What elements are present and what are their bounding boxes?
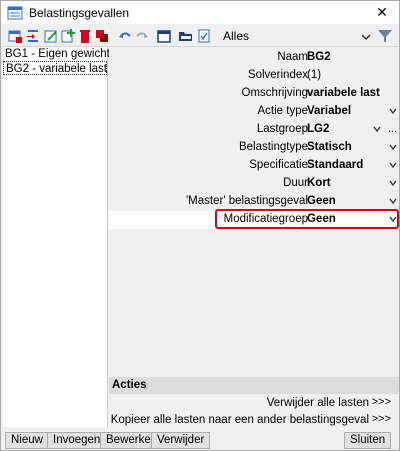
delete-icon[interactable] [77,28,93,44]
edit-icon[interactable] [43,28,59,44]
dialog-window: Belastingsgevallen ✕ Alles BG1 - Eigen g… [0,0,400,451]
action-label: Kopieer alle lasten naar een ander belas… [110,414,369,426]
close-icon: ✕ [376,4,388,20]
list-item[interactable]: BG1 - Eigen gewicht [3,47,110,61]
prop-value[interactable]: Standaard [307,159,363,171]
window-title: Belastingsgevallen [29,5,130,20]
action-button[interactable]: >>> [372,413,391,425]
prop-value[interactable]: Kort [307,177,331,189]
insert-button[interactable]: Invoegen [47,432,107,449]
prop-label: Naam [277,51,308,63]
filter-label[interactable]: Alles [223,29,249,43]
prop-label: Omschrijving [241,87,308,99]
chevron-down-icon[interactable] [389,197,397,205]
check-icon[interactable] [196,28,212,44]
prop-row-actie-type[interactable]: Actie type Variabel [109,103,399,121]
property-grid: Naam BG2 Solverindex (1) Omschrijving va… [109,47,399,377]
new-icon[interactable] [7,28,23,44]
delete-button[interactable]: Verwijder [151,432,211,449]
add-icon[interactable] [60,28,76,44]
prop-value[interactable]: variabele last [307,87,380,99]
action-row-remove-loads[interactable]: Verwijder alle lasten >>> [109,395,399,412]
action-label: Verwijder alle lasten [266,397,369,409]
prop-value[interactable]: Geen [307,195,336,207]
prop-row-modificatiegroep[interactable]: Modificatiegroep Geen [109,209,399,229]
prop-row-omschrijving[interactable]: Omschrijving variabele last [109,85,399,103]
chevron-down-icon[interactable] [361,32,371,42]
prop-row-naam[interactable]: Naam BG2 [109,49,399,67]
open-folder-icon[interactable] [178,28,194,44]
prop-label: 'Master' belastingsgeval [185,195,308,207]
acties-header: Acties [109,377,399,394]
close-button[interactable]: ✕ [365,1,399,24]
prop-label: Solverindex [247,69,308,81]
prop-value[interactable]: LG2 [307,123,329,135]
redo-icon[interactable] [134,28,150,44]
prop-value: (1) [307,69,322,81]
chevron-down-icon[interactable] [389,107,397,115]
chevron-down-icon[interactable] [389,161,397,169]
load-case-list: BG1 - Eigen gewicht BG2 - variabele last [3,47,110,427]
prop-row-duur[interactable]: Duur Kort [109,175,399,193]
prop-value[interactable]: Statisch [307,141,352,153]
prop-row-belastingtype[interactable]: Belastingtype Statisch [109,139,399,157]
prop-row-lastgroep[interactable]: Lastgroep LG2 ... [109,121,399,139]
prop-row-solverindex: Solverindex (1) [109,67,399,85]
new-button[interactable]: Nieuw [5,432,49,449]
prop-value[interactable]: Variabel [307,105,351,117]
prop-label: Actie type [257,105,309,117]
chevron-down-icon[interactable] [389,143,397,151]
table-icon[interactable] [156,28,172,44]
undo-icon[interactable] [117,28,133,44]
prop-label: Lastgroep [256,123,308,135]
prop-value[interactable]: BG2 [307,51,331,63]
prop-label: Duur [283,177,308,189]
toolbar: Alles [1,25,399,47]
prop-label: Specificatie [249,159,308,171]
list-item-selected[interactable]: BG2 - variabele last [3,61,107,75]
prop-label: Belastingtype [238,141,308,153]
chevron-down-icon[interactable] [373,125,381,133]
prop-row-specificatie[interactable]: Specificatie Standaard [109,157,399,175]
action-row-copy-loads[interactable]: Kopieer alle lasten naar een ander belas… [109,412,399,429]
title-bar: Belastingsgevallen ✕ [1,1,399,24]
funnel-icon[interactable] [377,28,393,44]
more-button[interactable]: ... [388,123,397,135]
close-dialog-button[interactable]: Sluiten [344,432,392,449]
action-button[interactable]: >>> [372,396,391,408]
highlight-box [215,209,399,229]
chevron-down-icon[interactable] [389,179,397,187]
insert-icon[interactable] [25,28,41,44]
copy-icon[interactable] [94,28,110,44]
app-icon [7,6,23,19]
